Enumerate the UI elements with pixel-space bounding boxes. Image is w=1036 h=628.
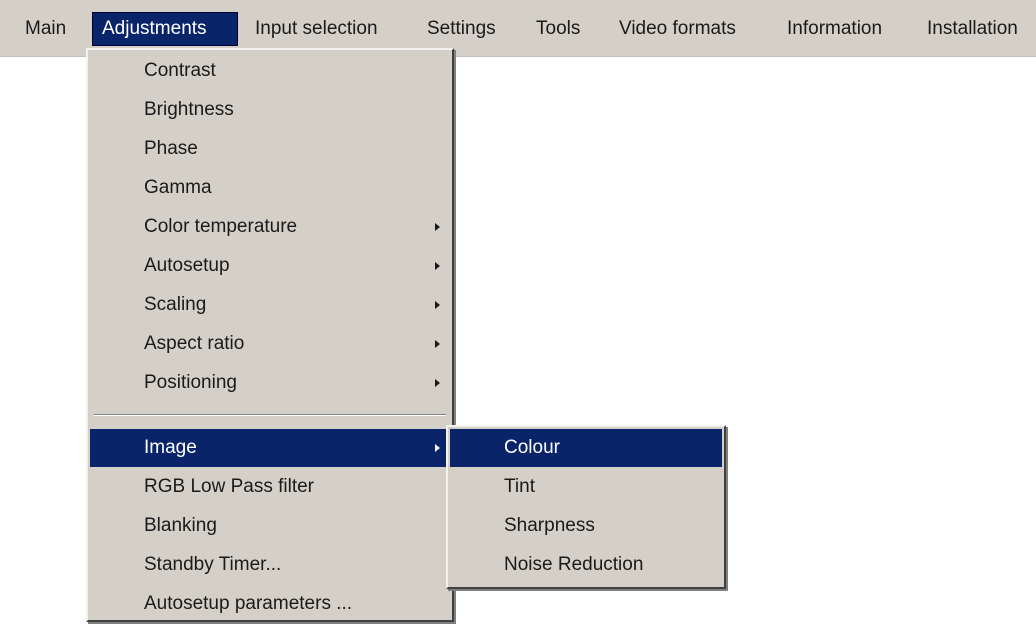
menu-installation[interactable]: Installation	[927, 12, 1018, 46]
menu-tools[interactable]: Tools	[536, 12, 580, 46]
submenu-arrow-icon	[435, 262, 440, 270]
menu-item-label: Brightness	[144, 99, 234, 120]
menu-item-autosetup-parameters[interactable]: Autosetup parameters ...	[90, 585, 450, 623]
image-submenu: Colour Tint Sharpness Noise Reduction	[446, 425, 726, 589]
menu-item-label: Gamma	[144, 177, 212, 198]
menu-item-autosetup[interactable]: Autosetup	[90, 247, 450, 285]
menu-item-blanking[interactable]: Blanking	[90, 507, 450, 545]
menu-item-standby-timer[interactable]: Standby Timer...	[90, 546, 450, 584]
menu-item-label: Positioning	[144, 372, 237, 393]
menu-item-label: Image	[144, 437, 197, 458]
menu-item-label: RGB Low Pass filter	[144, 476, 314, 497]
menu-item-label: Phase	[144, 138, 198, 159]
menu-item-label: Aspect ratio	[144, 333, 245, 354]
menu-item-label: Contrast	[144, 60, 216, 81]
menu-item-label: Color temperature	[144, 216, 298, 237]
menu-item-brightness[interactable]: Brightness	[90, 91, 450, 129]
menu-item-label: Standby Timer...	[144, 554, 282, 575]
menu-item-scaling[interactable]: Scaling	[90, 286, 450, 324]
submenu-item-noise-reduction[interactable]: Noise Reduction	[450, 546, 722, 584]
menu-item-label: Noise Reduction	[504, 554, 644, 575]
menu-input-selection[interactable]: Input selection	[255, 12, 378, 46]
menu-video-formats[interactable]: Video formats	[619, 12, 736, 46]
menu-item-positioning[interactable]: Positioning	[90, 364, 450, 402]
menu-item-contrast[interactable]: Contrast	[90, 52, 450, 90]
menu-settings[interactable]: Settings	[427, 12, 496, 46]
submenu-item-sharpness[interactable]: Sharpness	[450, 507, 722, 545]
submenu-arrow-icon	[435, 223, 440, 231]
menu-item-label: Sharpness	[504, 515, 595, 536]
menu-item-label: Colour	[504, 437, 560, 458]
menu-item-gamma[interactable]: Gamma	[90, 169, 450, 207]
menu-item-label: Autosetup	[144, 255, 230, 276]
menu-item-aspect-ratio[interactable]: Aspect ratio	[90, 325, 450, 363]
menu-item-label: Scaling	[144, 294, 207, 315]
menu-item-rgb-low-pass-filter[interactable]: RGB Low Pass filter	[90, 468, 450, 506]
submenu-item-tint[interactable]: Tint	[450, 468, 722, 506]
menu-item-label: Blanking	[144, 515, 217, 536]
submenu-item-colour[interactable]: Colour	[450, 429, 722, 467]
menu-item-label: Autosetup parameters ...	[144, 593, 353, 614]
submenu-arrow-icon	[435, 379, 440, 387]
menu-main[interactable]: Main	[25, 12, 66, 46]
menu-item-color-temperature[interactable]: Color temperature	[90, 208, 450, 246]
menu-adjustments[interactable]: Adjustments	[92, 12, 238, 46]
menu-item-image[interactable]: Image	[90, 429, 450, 467]
submenu-arrow-icon	[435, 301, 440, 309]
menu-item-phase[interactable]: Phase	[90, 130, 450, 168]
menu-separator	[94, 414, 446, 416]
menu-item-label: Tint	[504, 476, 535, 497]
menu-information[interactable]: Information	[787, 12, 882, 46]
adjustments-dropdown: Contrast Brightness Phase Gamma Color te…	[86, 48, 454, 622]
submenu-arrow-icon	[435, 340, 440, 348]
submenu-arrow-icon	[435, 444, 440, 452]
